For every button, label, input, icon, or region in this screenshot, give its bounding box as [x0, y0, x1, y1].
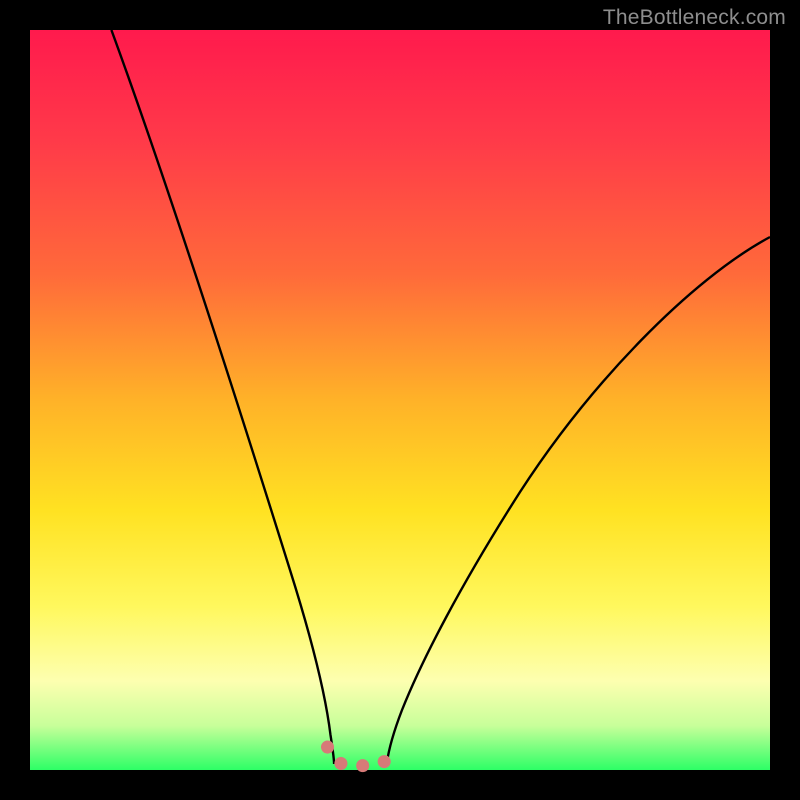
- left-curve: [111, 30, 334, 764]
- outer-frame: TheBottleneck.com: [0, 0, 800, 800]
- watermark-text: TheBottleneck.com: [603, 6, 786, 30]
- valley-markers: [328, 741, 392, 765]
- plot-area: [30, 30, 770, 770]
- curve-layer: [30, 30, 770, 770]
- right-curve: [387, 237, 770, 764]
